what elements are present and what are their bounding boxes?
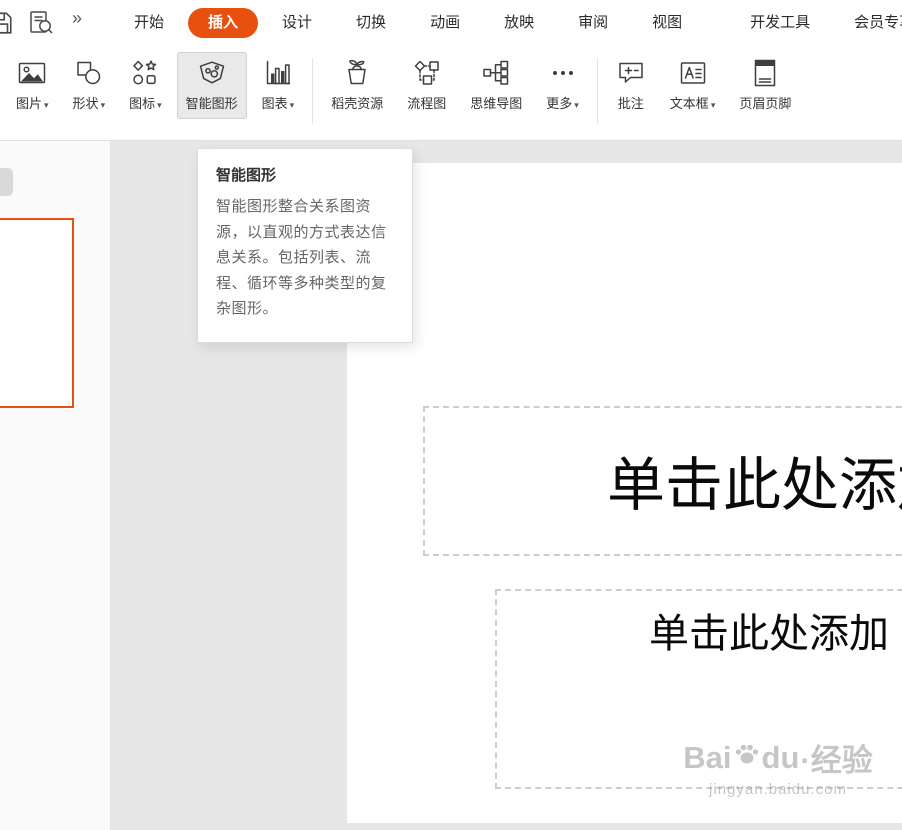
panel-collapse-handle[interactable] — [0, 168, 13, 196]
save-icon[interactable] — [0, 10, 14, 36]
icon-library-icon — [130, 58, 160, 88]
title-placeholder[interactable]: 单击此处添加 — [423, 406, 902, 556]
ribbon-button-more[interactable]: 更多▾ — [537, 52, 588, 119]
shapes-icon — [74, 58, 104, 88]
header-footer-icon — [750, 58, 780, 88]
textbox-icon — [678, 58, 708, 88]
tab-developer-tools[interactable]: 开发工具 — [728, 0, 832, 45]
dropdown-caret-icon: ▾ — [574, 100, 579, 110]
comment-icon — [616, 58, 646, 88]
watermark-brand-prefix: Bai — [683, 740, 731, 776]
ribbon-button-icon-library[interactable]: 图标▾ — [120, 52, 171, 119]
watermark-url: jingyan.baidu.com — [643, 781, 902, 798]
more-dots-icon — [548, 58, 578, 88]
watermark-brand-cn: ·经验 — [800, 735, 872, 780]
ribbon-button-textbox[interactable]: 文本框▾ — [661, 52, 725, 119]
baidu-paw-icon — [734, 742, 760, 766]
watermark-brand-suffix: du — [762, 740, 800, 776]
ribbon-button-comment[interactable]: 批注 — [607, 52, 655, 119]
tab-transition[interactable]: 切换 — [334, 0, 408, 45]
tab-home[interactable]: 开始 — [112, 0, 186, 45]
tab-insert[interactable]: 插入 — [188, 8, 258, 38]
chart-icon — [263, 58, 293, 88]
baidu-jingyan-watermark: Bai du ·经验 jingyan.baidu.com — [643, 735, 902, 798]
slide-thumbnail-panel — [0, 141, 111, 830]
workspace: 单击此处添加 单击此处添加 Bai du ·经验 — [0, 141, 902, 830]
ribbon-button-mindmap[interactable]: 思维导图 — [461, 52, 531, 119]
ribbon-button-label: 文本框 — [670, 96, 709, 111]
menu-bar: » 开始 插入 设计 切换 动画 放映 审阅 视图 开发工具 会员专享 — [0, 0, 902, 45]
flowchart-icon — [412, 58, 442, 88]
ribbon-button-picture[interactable]: 图片▾ — [7, 52, 58, 119]
dropdown-caret-icon: ▾ — [101, 100, 106, 110]
toolbar-expand-chevron[interactable]: » — [72, 8, 82, 29]
ribbon-button-label: 图片 — [16, 96, 42, 111]
ribbon-button-label: 稻壳资源 — [331, 96, 383, 111]
ribbon-button-label: 流程图 — [407, 96, 446, 111]
tab-design[interactable]: 设计 — [260, 0, 334, 45]
title-placeholder-text: 单击此处添加 — [607, 438, 902, 522]
ribbon-button-label: 更多 — [546, 96, 572, 111]
ribbon-button-label: 图标 — [129, 96, 155, 111]
dropdown-caret-icon: ▾ — [711, 100, 716, 110]
tab-review[interactable]: 审阅 — [556, 0, 630, 45]
smart-graphic-tooltip: 智能图形 智能图形整合关系图资源，以直观的方式表达信息关系。包括列表、流程、循环… — [197, 148, 413, 343]
dropdown-caret-icon: ▾ — [44, 100, 49, 110]
ribbon-separator — [312, 58, 313, 124]
smart-graphic-icon — [197, 58, 227, 88]
ribbon-button-label: 页眉页脚 — [739, 96, 791, 111]
ribbon-button-docer-resources[interactable]: 稻壳资源 — [322, 52, 392, 119]
ribbon-button-flowchart[interactable]: 流程图 — [398, 52, 455, 119]
ribbon-button-label: 形状 — [73, 96, 99, 111]
wps-presentation-window: » 开始 插入 设计 切换 动画 放映 审阅 视图 开发工具 会员专享 图片▾ — [0, 0, 902, 830]
ribbon-button-label: 图表 — [262, 96, 288, 111]
slide-thumbnail-selected[interactable] — [0, 218, 74, 408]
ribbon-button-smart-graphic[interactable]: 智能图形 — [177, 52, 247, 119]
ribbon-button-label: 批注 — [618, 96, 644, 111]
tab-animation[interactable]: 动画 — [408, 0, 482, 45]
dropdown-caret-icon: ▾ — [157, 100, 162, 110]
ribbon-button-chart[interactable]: 图表▾ — [253, 52, 304, 119]
mindmap-icon — [481, 58, 511, 88]
ribbon-button-label: 智能图形 — [186, 96, 238, 111]
ribbon-insert: 图片▾ 形状▾ 图标▾ 智能图形 — [0, 45, 902, 141]
ribbon-button-shapes[interactable]: 形状▾ — [64, 52, 115, 119]
tooltip-title: 智能图形 — [216, 164, 394, 185]
docer-store-icon — [342, 58, 372, 88]
tab-view[interactable]: 视图 — [630, 0, 704, 45]
ribbon-button-header-footer[interactable]: 页眉页脚 — [730, 52, 800, 119]
subtitle-placeholder-text: 单击此处添加 — [649, 601, 889, 659]
tab-member-exclusive[interactable]: 会员专享 — [832, 0, 902, 45]
print-preview-icon[interactable] — [28, 10, 54, 36]
slide[interactable]: 单击此处添加 单击此处添加 Bai du ·经验 — [347, 163, 902, 823]
picture-icon — [17, 58, 47, 88]
ribbon-button-label: 思维导图 — [470, 96, 522, 111]
dropdown-caret-icon: ▾ — [290, 100, 295, 110]
menu-tabs: 开始 插入 设计 切换 动画 放映 审阅 视图 开发工具 会员专享 — [112, 0, 902, 45]
tab-slideshow[interactable]: 放映 — [482, 0, 556, 45]
ribbon-separator — [597, 58, 598, 124]
quick-access-toolbar: » — [0, 0, 112, 45]
tooltip-body: 智能图形整合关系图资源，以直观的方式表达信息关系。包括列表、流程、循环等多种类型… — [216, 194, 394, 322]
